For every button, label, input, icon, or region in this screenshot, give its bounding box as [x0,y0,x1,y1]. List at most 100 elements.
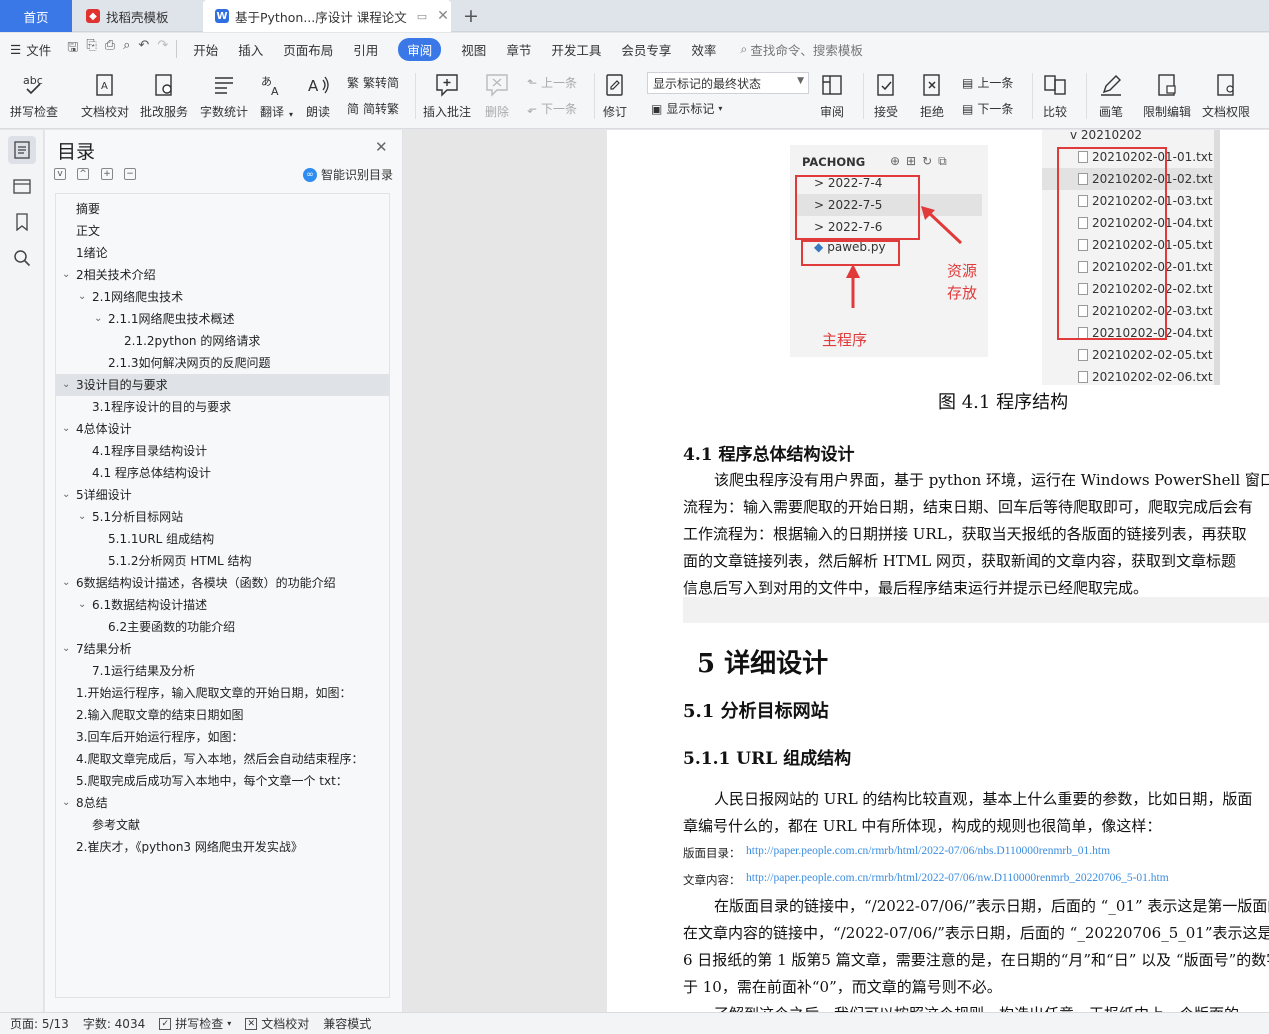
compare-button[interactable]: 比较 [1041,71,1069,120]
toc-item[interactable]: 5.1.2分析网页 HTML 结构 [56,550,389,572]
tab-document[interactable]: W 基于Python...序设计 课程论文 ▭ ✕ [203,0,451,32]
toc-item[interactable]: 4.1程序目录结构设计 [56,440,389,462]
menu-start[interactable]: 开始 [193,40,218,59]
prev-comment-button[interactable]: ⬑ 上一条 [527,74,577,91]
spell-check-status[interactable]: ✓ 拼写检查 ▾ [159,1015,231,1032]
show-markup-button[interactable]: ▣ 显示标记 ▾ [651,100,722,117]
doc-permission-button[interactable]: 文档权限 [1202,71,1250,120]
command-search[interactable]: ⌕ 查找命令、搜索模板 [740,40,863,59]
url-link[interactable]: http://paper.people.com.cn/rmrb/html/202… [746,872,1169,884]
toc-item[interactable]: 2.崔庆才，《python3 网络爬虫开发实战》 [56,836,389,858]
toc-nav-icon[interactable] [8,136,36,164]
page-indicator[interactable]: 页面: 5/13 [10,1015,69,1032]
toc-item[interactable]: 参考文献 [56,814,389,836]
toc-item[interactable]: 5.1.1URL 组成结构 [56,528,389,550]
toc-item[interactable]: 3.1程序设计的目的与要求 [56,396,389,418]
batch-service-button[interactable]: 批改服务 [140,71,188,120]
chevron-down-icon[interactable]: ⌄ [62,374,70,396]
add-heading-icon[interactable]: + [101,168,113,180]
export-icon[interactable]: ⎘ [86,38,96,60]
menu-view[interactable]: 视图 [461,40,486,59]
toc-item[interactable]: 2.1.2python 的网络请求 [56,330,389,352]
chevron-down-icon[interactable]: ⌄ [62,638,70,660]
save-icon[interactable]: 🖫 [67,38,78,60]
restrict-edit-button[interactable]: 限制编辑 [1143,71,1191,120]
chevron-down-icon[interactable]: ⌄ [62,418,70,440]
url-link[interactable]: http://paper.people.com.cn/rmrb/html/202… [746,845,1110,857]
toc-item[interactable]: ⌄ 6.1数据结构设计描述 [56,594,389,616]
toc-item[interactable]: ⌄ 8总结 [56,792,389,814]
toc-item[interactable]: 1.开始运行程序，输入爬取文章的开始日期，如图： [56,682,389,704]
toc-item[interactable]: ⌄ 5详细设计 [56,484,389,506]
toc-item[interactable]: 2.1.3如何解决网页的反爬问题 [56,352,389,374]
toc-item[interactable]: 1绪论 [56,242,389,264]
toc-item[interactable]: 5.爬取完成后成功写入本地中，每个文章一个 txt： [56,770,389,792]
menu-reference[interactable]: 引用 [353,40,378,59]
delete-comment-button[interactable]: 删除 [483,71,511,120]
menu-member[interactable]: 会员专享 [621,40,671,59]
expand-up-icon[interactable]: ^ [77,168,89,180]
collapse-icon[interactable]: v [54,168,66,180]
toc-item[interactable]: 正文 [56,220,389,242]
read-aloud-button[interactable]: A 朗读 [304,71,332,120]
pen-button[interactable]: 画笔 [1097,71,1125,120]
doc-proof-button[interactable]: A 文档校对 [81,71,129,120]
outline-nav-icon[interactable] [8,172,36,200]
toc-item[interactable]: ⌄ 3设计目的与要求 [56,374,389,396]
menu-efficiency[interactable]: 效率 [691,40,716,59]
bookmark-icon[interactable] [8,208,36,236]
toc-item[interactable]: ⌄ 2.1网络爬虫技术 [56,286,389,308]
next-change-button[interactable]: ▤ 下一条 [962,100,1013,117]
toc-item[interactable]: 2.输入爬取文章的结束日期如图 [56,704,389,726]
menu-dev-tools[interactable]: 开发工具 [551,40,601,59]
chevron-down-icon[interactable]: ⌄ [78,286,86,308]
print-preview-icon[interactable]: ⌕ [123,38,130,60]
close-tab-icon[interactable]: ✕ [437,8,449,24]
review-pane-button[interactable]: 审阅 [818,71,846,120]
toc-item[interactable]: ⌄ 7结果分析 [56,638,389,660]
new-tab-button[interactable]: + [458,0,484,32]
menu-insert[interactable]: 插入 [238,40,263,59]
to-simplified-button[interactable]: 简简转繁 [347,100,399,117]
document-page[interactable]: PACHONG ⊕⊞↻⧉ > 2022-7-4 > 2022-7-5 > 202… [607,130,1269,1012]
toc-item[interactable]: ⌄ 2.1.1网络爬虫技术概述 [56,308,389,330]
file-menu[interactable]: ☰ 文件 [10,40,51,59]
menu-chapter[interactable]: 章节 [506,40,531,59]
toc-item[interactable]: ⌄ 5.1分析目标网站 [56,506,389,528]
doc-proof-status[interactable]: ✕ 文档校对 [245,1015,309,1032]
chevron-down-icon[interactable]: ⌄ [94,308,102,330]
toc-item[interactable]: 摘要 [56,198,389,220]
chevron-down-icon[interactable]: ⌄ [62,484,70,506]
remove-heading-icon[interactable]: − [124,168,136,180]
search-nav-icon[interactable] [8,244,36,272]
insert-comment-button[interactable]: 插入批注 [423,71,471,120]
pin-icon[interactable]: ▭ [417,10,427,23]
toc-item[interactable]: 7.1运行结果及分析 [56,660,389,682]
toc-item[interactable]: ⌄ 4总体设计 [56,418,389,440]
chevron-down-icon[interactable]: ⌄ [78,506,86,528]
close-icon[interactable]: ✕ [375,138,388,156]
toc-item[interactable]: 6.2主要函数的功能介绍 [56,616,389,638]
print-icon[interactable]: ⎙ [105,38,115,60]
accept-button[interactable]: 接受 [872,71,900,120]
word-count-indicator[interactable]: 字数: 4034 [83,1015,145,1032]
tab-template[interactable]: ◆ 找稻壳模板 [74,0,200,32]
prev-change-button[interactable]: ▤ 上一条 [962,74,1013,91]
chevron-down-icon[interactable]: ⌄ [62,792,70,814]
menu-review[interactable]: 审阅 [398,37,442,61]
tab-home[interactable]: 首页 [0,0,72,32]
word-count-button[interactable]: 字数统计 [200,71,248,120]
chevron-down-icon[interactable]: ⌄ [62,572,70,594]
track-changes-button[interactable]: 修订 [601,71,629,120]
markup-state-select[interactable]: 显示标记的最终状态 ▼ [647,72,809,94]
toc-item[interactable]: ⌄ 6数据结构设计描述，各模块（函数）的功能介绍 [56,572,389,594]
redo-icon[interactable]: ↷ [157,38,168,60]
next-comment-button[interactable]: ⬐ 下一条 [527,100,577,117]
chevron-down-icon[interactable]: ⌄ [62,264,70,286]
menu-page-layout[interactable]: 页面布局 [283,40,333,59]
toc-item[interactable]: ⌄ 2相关技术介绍 [56,264,389,286]
smart-toc-button[interactable]: ∞ 智能识别目录 [303,166,393,183]
undo-icon[interactable]: ↶ [138,38,149,60]
reject-button[interactable]: 拒绝 [918,71,946,120]
translate-button[interactable]: あA 翻译 ▾ [258,71,293,120]
